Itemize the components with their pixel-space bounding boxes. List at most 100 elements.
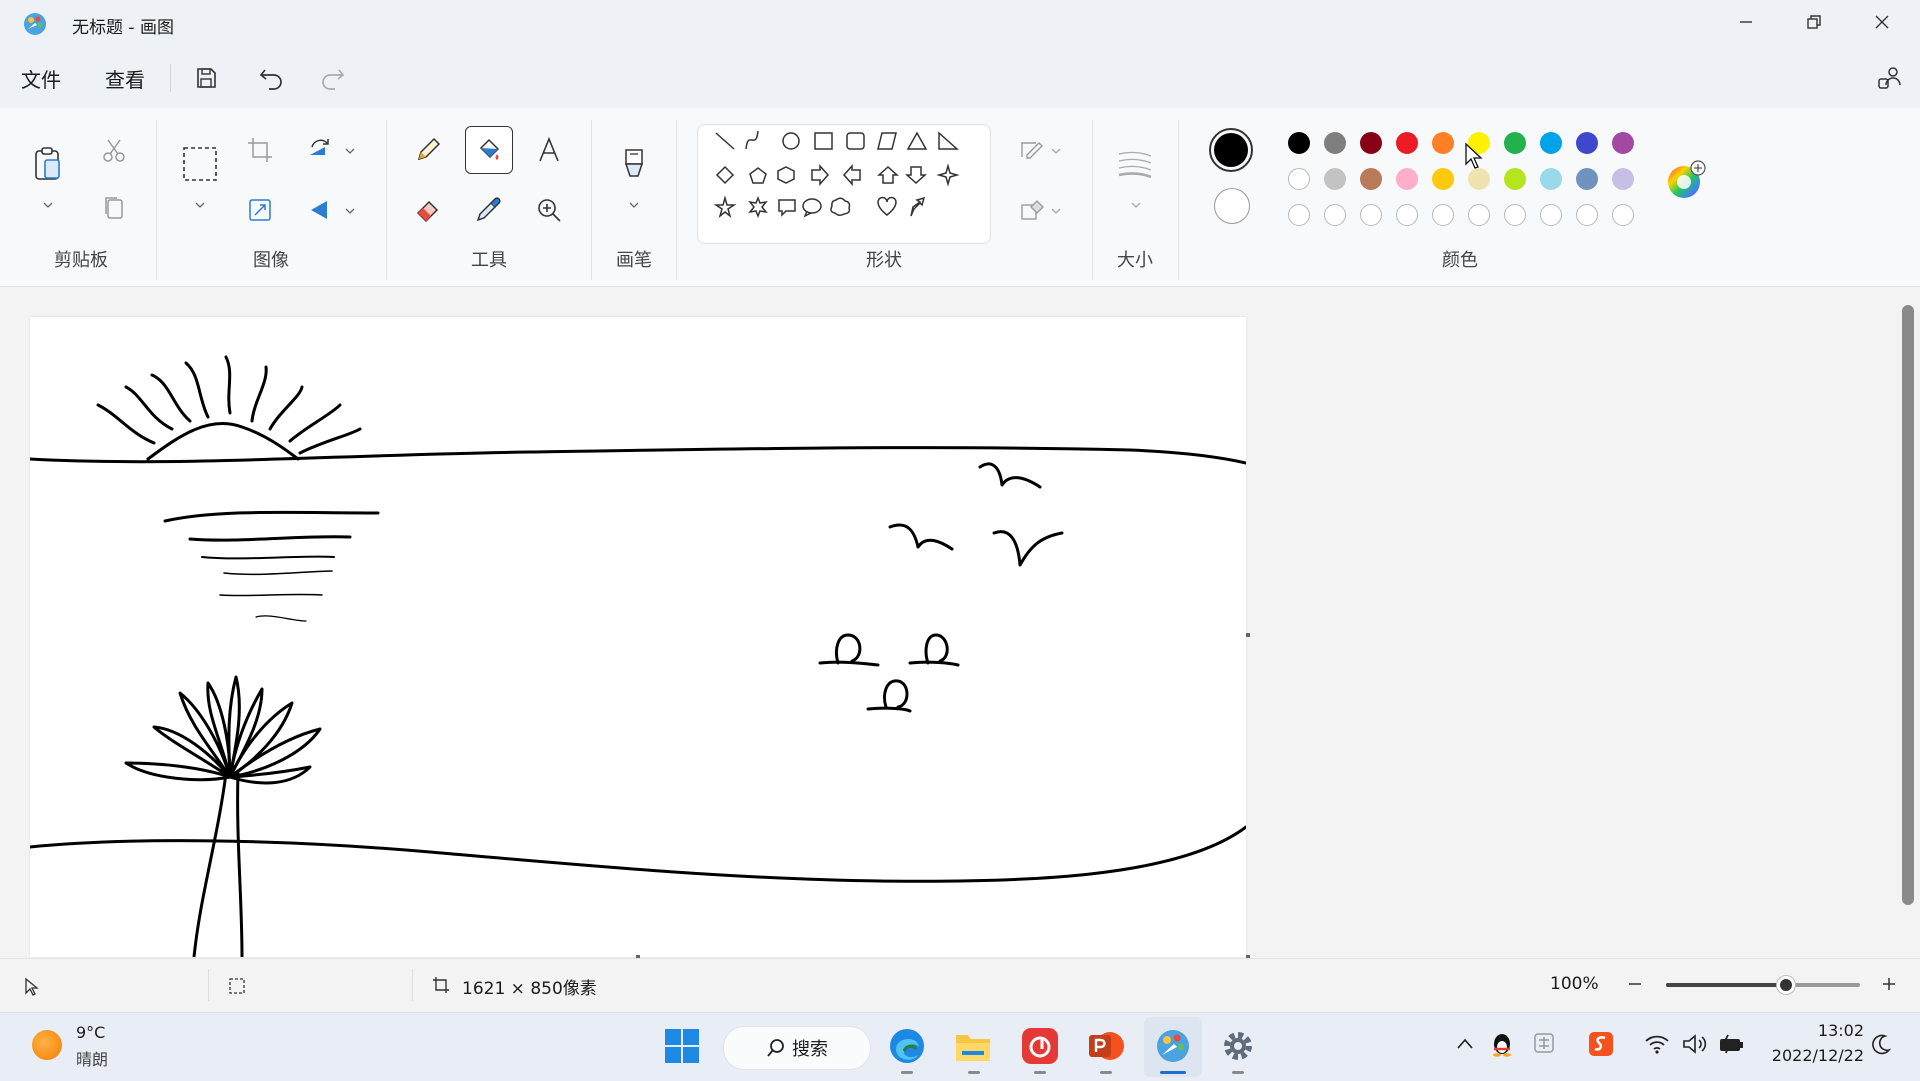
- flip-chevron-down-icon[interactable]: [344, 206, 356, 216]
- taskbar-powerpoint[interactable]: [1083, 1023, 1129, 1069]
- select-chevron-down-icon[interactable]: [194, 200, 206, 210]
- color-swatch[interactable]: [1288, 132, 1310, 154]
- select-button[interactable]: [178, 142, 222, 186]
- custom-color-slot[interactable]: [1504, 204, 1526, 226]
- color-swatch[interactable]: [1468, 168, 1490, 190]
- taskbar-edge[interactable]: [884, 1023, 930, 1069]
- clock-time[interactable]: 13:02: [1764, 1021, 1864, 1040]
- weather-temp[interactable]: 9°C: [76, 1023, 105, 1042]
- tray-volume[interactable]: [1682, 1033, 1708, 1059]
- shape-fill-button[interactable]: [1010, 188, 1054, 232]
- drawing-canvas[interactable]: [30, 317, 1246, 957]
- color-swatch[interactable]: [1288, 168, 1310, 190]
- tray-wifi[interactable]: [1644, 1033, 1670, 1059]
- taskbar-paint[interactable]: [1150, 1023, 1196, 1069]
- tray-qq[interactable]: [1490, 1031, 1514, 1061]
- zoom-slider[interactable]: [1666, 976, 1860, 994]
- brushes-chevron-down-icon[interactable]: [628, 200, 640, 210]
- outline-chevron-down-icon[interactable]: [1050, 146, 1062, 156]
- color-swatch[interactable]: [1432, 168, 1454, 190]
- tray-sogou[interactable]: [1588, 1031, 1614, 1061]
- cut-button[interactable]: [92, 128, 136, 172]
- resize-button[interactable]: [238, 188, 282, 232]
- restore-button[interactable]: [1780, 0, 1848, 44]
- color-swatch[interactable]: [1612, 168, 1634, 190]
- color-swatch[interactable]: [1540, 132, 1562, 154]
- color-swatch[interactable]: [1504, 168, 1526, 190]
- minimize-button[interactable]: [1712, 0, 1780, 44]
- menu-view[interactable]: 查看: [105, 64, 145, 93]
- edit-colors-button[interactable]: [1666, 160, 1706, 200]
- drawing-strokes: [30, 355, 1246, 957]
- canvas-area: [0, 287, 1920, 959]
- custom-color-slot[interactable]: [1360, 204, 1382, 226]
- outline-button[interactable]: [1010, 128, 1054, 172]
- eraser-button[interactable]: [406, 188, 450, 232]
- color-swatch[interactable]: [1396, 132, 1418, 154]
- color-swatch[interactable]: [1360, 168, 1382, 190]
- tray-input-method[interactable]: [1532, 1031, 1556, 1059]
- save-button[interactable]: [188, 60, 224, 96]
- color-swatch[interactable]: [1540, 168, 1562, 190]
- vertical-scrollbar[interactable]: [1902, 305, 1914, 905]
- zoom-slider-thumb[interactable]: [1777, 976, 1795, 994]
- flip-button[interactable]: [298, 188, 342, 232]
- size-chevron-down-icon[interactable]: [1130, 200, 1142, 210]
- color-swatch[interactable]: [1432, 132, 1454, 154]
- color-swatch[interactable]: [1396, 168, 1418, 190]
- color-swatch[interactable]: [1504, 132, 1526, 154]
- zoom-in-button[interactable]: [1874, 969, 1904, 999]
- tray-notifications[interactable]: [1870, 1033, 1892, 1059]
- custom-color-slot[interactable]: [1432, 204, 1454, 226]
- pencil-button[interactable]: [406, 128, 450, 172]
- color-swatch[interactable]: [1324, 168, 1346, 190]
- custom-color-slot[interactable]: [1396, 204, 1418, 226]
- resize-handle-right[interactable]: [1246, 633, 1250, 637]
- color-swatch[interactable]: [1612, 132, 1634, 154]
- custom-color-slot[interactable]: [1576, 204, 1598, 226]
- weather-desc[interactable]: 晴朗: [76, 1046, 108, 1070]
- clock-date[interactable]: 2022/12/22: [1764, 1046, 1864, 1065]
- color-swatch[interactable]: [1576, 168, 1598, 190]
- weather-sun-icon[interactable]: [32, 1030, 62, 1060]
- color-swatch[interactable]: [1324, 132, 1346, 154]
- rotate-chevron-down-icon[interactable]: [344, 146, 356, 156]
- color-picker-button[interactable]: [466, 188, 510, 232]
- custom-color-slot[interactable]: [1288, 204, 1310, 226]
- account-button[interactable]: [1872, 60, 1908, 96]
- custom-color-slot[interactable]: [1540, 204, 1562, 226]
- group-label-clipboard: 剪贴板: [54, 250, 108, 271]
- magnifier-button[interactable]: [527, 188, 571, 232]
- start-button[interactable]: [659, 1023, 705, 1069]
- custom-color-slot[interactable]: [1612, 204, 1634, 226]
- taskbar-search[interactable]: 搜索: [723, 1026, 871, 1070]
- menu-file[interactable]: 文件: [21, 64, 61, 93]
- crop-button[interactable]: [238, 128, 282, 172]
- brushes-button[interactable]: [612, 142, 656, 186]
- redo-button[interactable]: [314, 60, 350, 96]
- zoom-out-button[interactable]: [1620, 969, 1650, 999]
- volume-icon: [1683, 1034, 1707, 1054]
- custom-color-slot[interactable]: [1324, 204, 1346, 226]
- paste-button[interactable]: [26, 142, 70, 186]
- text-button[interactable]: [527, 128, 571, 172]
- minimize-icon: [1740, 21, 1752, 23]
- color-swatch[interactable]: [1576, 132, 1598, 154]
- tray-overflow-button[interactable]: [1454, 1033, 1476, 1059]
- custom-color-slot[interactable]: [1468, 204, 1490, 226]
- tray-battery[interactable]: [1718, 1033, 1746, 1059]
- size-button[interactable]: [1113, 142, 1157, 186]
- copy-button[interactable]: [92, 186, 136, 230]
- shape-fill-chevron-down-icon[interactable]: [1050, 206, 1062, 216]
- paste-chevron-down-icon[interactable]: [42, 200, 54, 210]
- secondary-color-button[interactable]: [1214, 188, 1250, 224]
- rotate-button[interactable]: [298, 128, 342, 172]
- primary-color-button[interactable]: [1209, 128, 1253, 172]
- taskbar-file-explorer[interactable]: [950, 1023, 996, 1069]
- taskbar-netease-music[interactable]: [1017, 1023, 1063, 1069]
- fill-button[interactable]: [465, 126, 513, 174]
- close-button[interactable]: [1848, 0, 1916, 44]
- taskbar-settings[interactable]: [1215, 1023, 1261, 1069]
- color-swatch[interactable]: [1360, 132, 1382, 154]
- undo-button[interactable]: [254, 60, 290, 96]
